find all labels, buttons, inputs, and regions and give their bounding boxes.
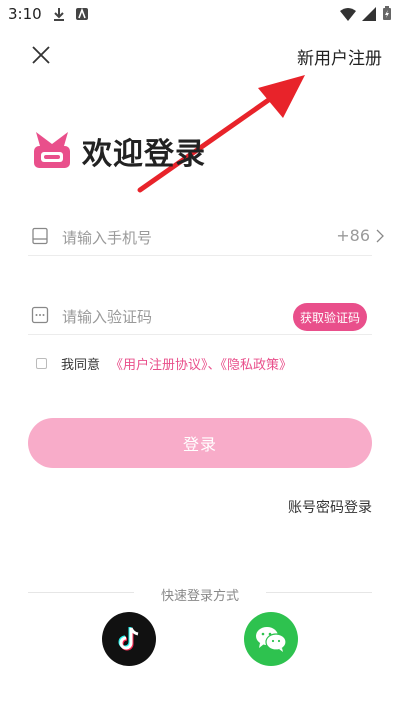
tiktok-icon: [118, 627, 139, 651]
wechat-login-button[interactable]: [244, 612, 298, 666]
app-logo-icon: [34, 132, 70, 168]
close-icon[interactable]: [30, 44, 52, 66]
password-login-link[interactable]: 账号密码登录: [288, 497, 372, 517]
quick-login-divider-right: [266, 592, 372, 593]
get-verification-code-button[interactable]: 获取验证码: [293, 303, 367, 331]
download-icon: [54, 8, 64, 21]
verification-code-input[interactable]: 请输入验证码: [62, 306, 152, 327]
agreement-links[interactable]: 《用户注册协议》、《隐私政策》: [110, 354, 292, 373]
agreement-checkbox[interactable]: [36, 358, 47, 369]
quick-login-label: 快速登录方式: [160, 589, 239, 604]
new-user-register-link[interactable]: 新用户注册: [297, 44, 382, 69]
verification-code-icon: [31, 306, 49, 324]
status-time: 3:10: [8, 5, 42, 23]
phone-icon: [32, 227, 48, 245]
battery-icon: [383, 6, 391, 20]
phone-divider: [28, 255, 372, 256]
tiktok-login-button[interactable]: [102, 612, 156, 666]
login-button[interactable]: 登录: [28, 418, 372, 468]
agreement-row: 我同意 《用户注册协议》、《隐私政策》: [36, 354, 292, 373]
phone-input[interactable]: 请输入手机号: [62, 227, 152, 248]
wechat-icon: [256, 627, 287, 652]
country-code-select[interactable]: +86: [336, 226, 384, 245]
code-divider: [28, 334, 372, 335]
country-code-value: +86: [336, 226, 370, 245]
app-notification-icon: [76, 7, 88, 20]
welcome-title: 欢迎登录: [82, 137, 206, 172]
signal-icon: [362, 6, 376, 21]
chevron-right-icon: [376, 229, 384, 242]
agreement-prefix: 我同意: [61, 358, 101, 373]
wifi-icon: [340, 7, 356, 21]
status-right: [340, 6, 392, 21]
